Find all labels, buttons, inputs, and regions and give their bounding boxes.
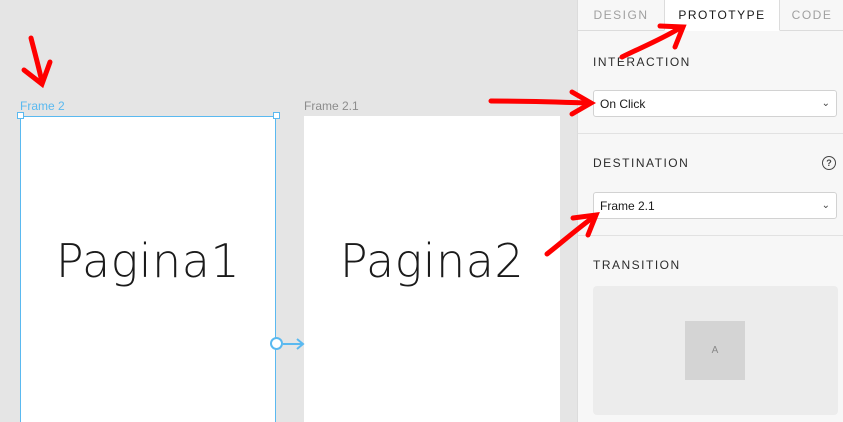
chevron-down-icon: ⌄	[821, 200, 830, 211]
design-canvas[interactable]: Frame 2 Frame 2.1 Pagina1 Pagina2	[0, 0, 577, 422]
help-icon[interactable]: ?	[822, 156, 836, 170]
frame-1-text: Pagina1	[55, 234, 241, 288]
destination-title: DESTINATION	[593, 156, 690, 170]
tab-code[interactable]: CODE	[780, 0, 843, 31]
resize-handle-top-left[interactable]	[17, 112, 24, 119]
frame-1[interactable]: Pagina1	[20, 116, 276, 422]
interaction-value: On Click	[600, 96, 646, 111]
tab-prototype[interactable]: PROTOTYPE	[664, 0, 780, 31]
transition-preview[interactable]: A	[593, 286, 838, 415]
frame-1-label[interactable]: Frame 2	[20, 99, 65, 113]
destination-value: Frame 2.1	[600, 198, 655, 213]
frame-2[interactable]: Pagina2	[304, 116, 560, 422]
frame-2-text: Pagina2	[339, 234, 525, 288]
properties-panel: DESIGN PROTOTYPE CODE INTERACTION On Cli…	[577, 0, 843, 422]
transition-preview-tile: A	[685, 321, 745, 380]
panel-tabs: DESIGN PROTOTYPE CODE	[578, 0, 843, 31]
prototype-link-arrow-icon	[283, 338, 305, 350]
interaction-title: INTERACTION	[593, 55, 691, 69]
prototype-link-handle[interactable]	[270, 337, 283, 350]
destination-section: DESTINATION Frame 2.1 ⌄	[578, 134, 843, 236]
interaction-section: INTERACTION On Click ⌄	[578, 31, 843, 134]
resize-handle-top-right[interactable]	[273, 112, 280, 119]
tab-design[interactable]: DESIGN	[578, 0, 664, 31]
chevron-down-icon: ⌄	[821, 98, 830, 109]
destination-select[interactable]: Frame 2.1 ⌄	[593, 192, 837, 219]
frame-2-label[interactable]: Frame 2.1	[304, 99, 359, 113]
transition-title: TRANSITION	[593, 258, 681, 272]
interaction-select[interactable]: On Click ⌄	[593, 90, 837, 117]
